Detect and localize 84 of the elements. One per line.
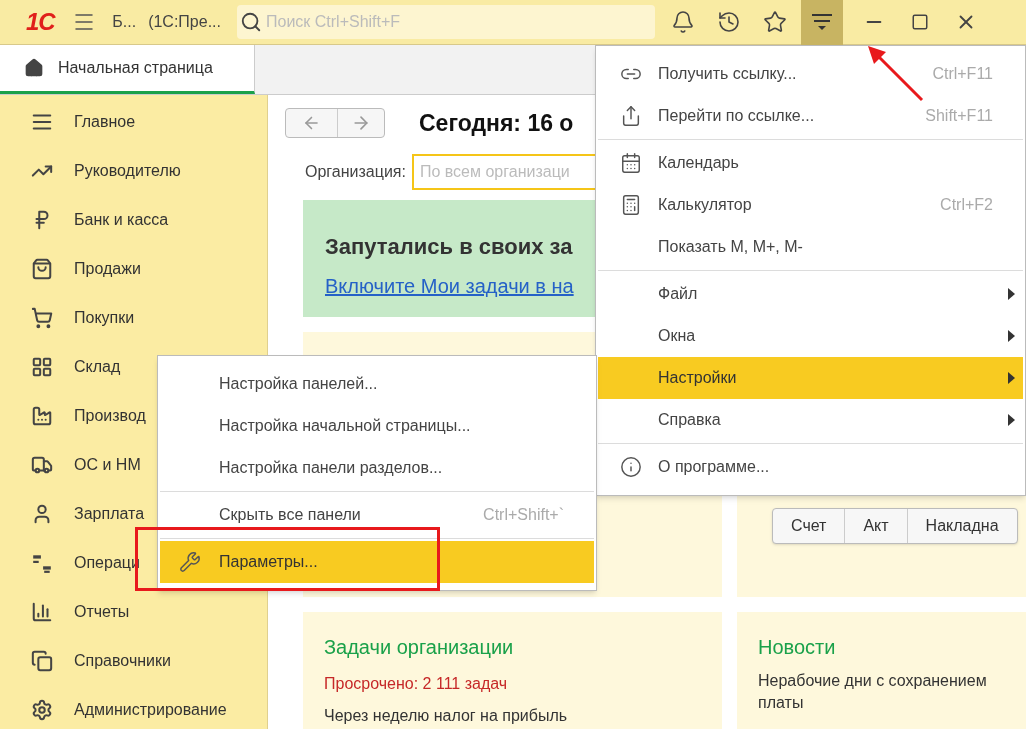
window-subtitle: (1С:Пре... [148,12,221,32]
info-icon [620,456,642,478]
task-text: Через неделю налог на прибыль [324,706,569,726]
submenu-arrow-icon [1008,330,1015,342]
submenu-arrow-icon [1008,288,1015,300]
menu-item[interactable]: Настройка панелей... [160,363,594,405]
bar-chart-icon [31,600,53,623]
sidebar-item[interactable]: Руководителю [0,146,181,195]
submenu-arrow-icon [1008,372,1015,384]
maximize-icon[interactable] [911,13,929,31]
history-icon[interactable] [717,10,741,34]
menu-item-label: Настройка панели разделов... [219,458,443,478]
menu-item-label: Настройка панелей... [219,374,378,394]
document-button[interactable]: Акт [844,509,907,543]
menu-item[interactable]: Получить ссылку... Ctrl+F11 [598,53,1023,95]
home-icon [24,58,44,78]
menu-item[interactable]: Параметры... [160,541,594,583]
search-field[interactable]: Поиск Ctrl+Shift+F [237,5,655,39]
document-button[interactable]: Счет [773,509,845,543]
shortcut-text: Ctrl+Shift+` [483,505,564,525]
sidebar-item[interactable]: Производ [0,391,146,440]
bell-icon[interactable] [671,10,695,34]
settings-icon [31,698,53,721]
menu-item[interactable]: Настройка начальной страницы... [160,405,594,447]
calculator-icon [620,194,642,216]
banner-link[interactable]: Включите Мои задачи в на [325,271,574,301]
main-menu-button[interactable] [801,0,843,45]
menu-item-label: Настройка начальной страницы... [219,416,471,436]
menu-item[interactable]: Окна [598,315,1023,357]
search-icon [240,11,262,33]
sidebar-item[interactable]: Склад [0,342,121,391]
card-title: Задачи организации [324,635,515,660]
menu-item[interactable]: Скрыть все панели Ctrl+Shift+` [160,494,594,536]
sidebar-item[interactable]: Зарплата [0,489,145,538]
star-icon[interactable] [763,10,787,34]
sidebar-item[interactable]: Главное [0,97,136,146]
document-button[interactable]: Накладна [906,509,1017,543]
wrench-icon [179,551,201,573]
app-logo: 1С [26,10,55,34]
menu-item-label: Скрыть все панели [219,505,361,525]
sidebar-item[interactable]: Отчеты [0,587,130,636]
shortcut-text: Ctrl+F2 [940,195,993,215]
menu-item-label: Справка [658,410,721,430]
shortcut-text: Shift+F11 [925,106,993,126]
menu-item[interactable]: О программе... [598,446,1023,488]
menu-item[interactable]: Файл [598,273,1023,315]
cart-icon [31,306,53,329]
menu-item-label: Перейти по ссылке... [658,106,815,126]
menu-caret-icon [811,11,833,33]
menu-item[interactable]: Настройки [598,357,1023,399]
menu-item-label: О программе... [658,457,770,477]
menu-item-label: Параметры... [219,552,318,572]
field-label: Организация: [305,162,406,182]
menu-item[interactable]: Справка [598,399,1023,441]
menu-item[interactable]: Перейти по ссылке... Shift+F11 [598,95,1023,137]
overdue-text: Просрочено: 2 111 задач [324,674,509,694]
tab[interactable]: Начальная страница [0,45,255,94]
documents-icon [31,649,53,672]
menu-item-label: Показать М, М+, М- [658,237,803,257]
bag-icon [31,257,53,280]
banner-title: Запутались в своих за [325,233,573,261]
sidebar-item[interactable]: Продажи [0,244,141,293]
menu-item-label: Окна [658,326,696,346]
menu-item[interactable]: Настройка панели разделов... [160,447,594,489]
menu-item-label: Настройки [658,368,737,388]
shortcut-text: Ctrl+F11 [932,64,993,84]
factory-icon [31,404,53,427]
sidebar-item[interactable]: Покупки [0,293,135,342]
menu-item-label: Получить ссылку... [658,64,797,84]
card-title: Новости [758,635,837,660]
annotation-arrow [866,44,926,104]
news-text: Нерабочие дни с сохранением платы [758,671,988,713]
page-title: Сегодня: 16 о [419,108,574,138]
grid-icon [31,355,53,378]
submenu-arrow-icon [1008,414,1015,426]
sidebar-item[interactable]: Банк и касса [0,195,169,244]
menu-item[interactable]: Показать М, М+, М- [598,226,1023,268]
window-title: Б... [112,12,137,32]
sidebar-item[interactable]: ОС и НМ [0,440,141,489]
menu-item-label: Калькулятор [658,195,752,215]
sidebar-item[interactable]: Администрирование [0,685,227,730]
menu-item-label: Файл [658,284,698,304]
calendar-icon [620,152,642,174]
sidebar-item[interactable]: Справочники [0,636,171,685]
